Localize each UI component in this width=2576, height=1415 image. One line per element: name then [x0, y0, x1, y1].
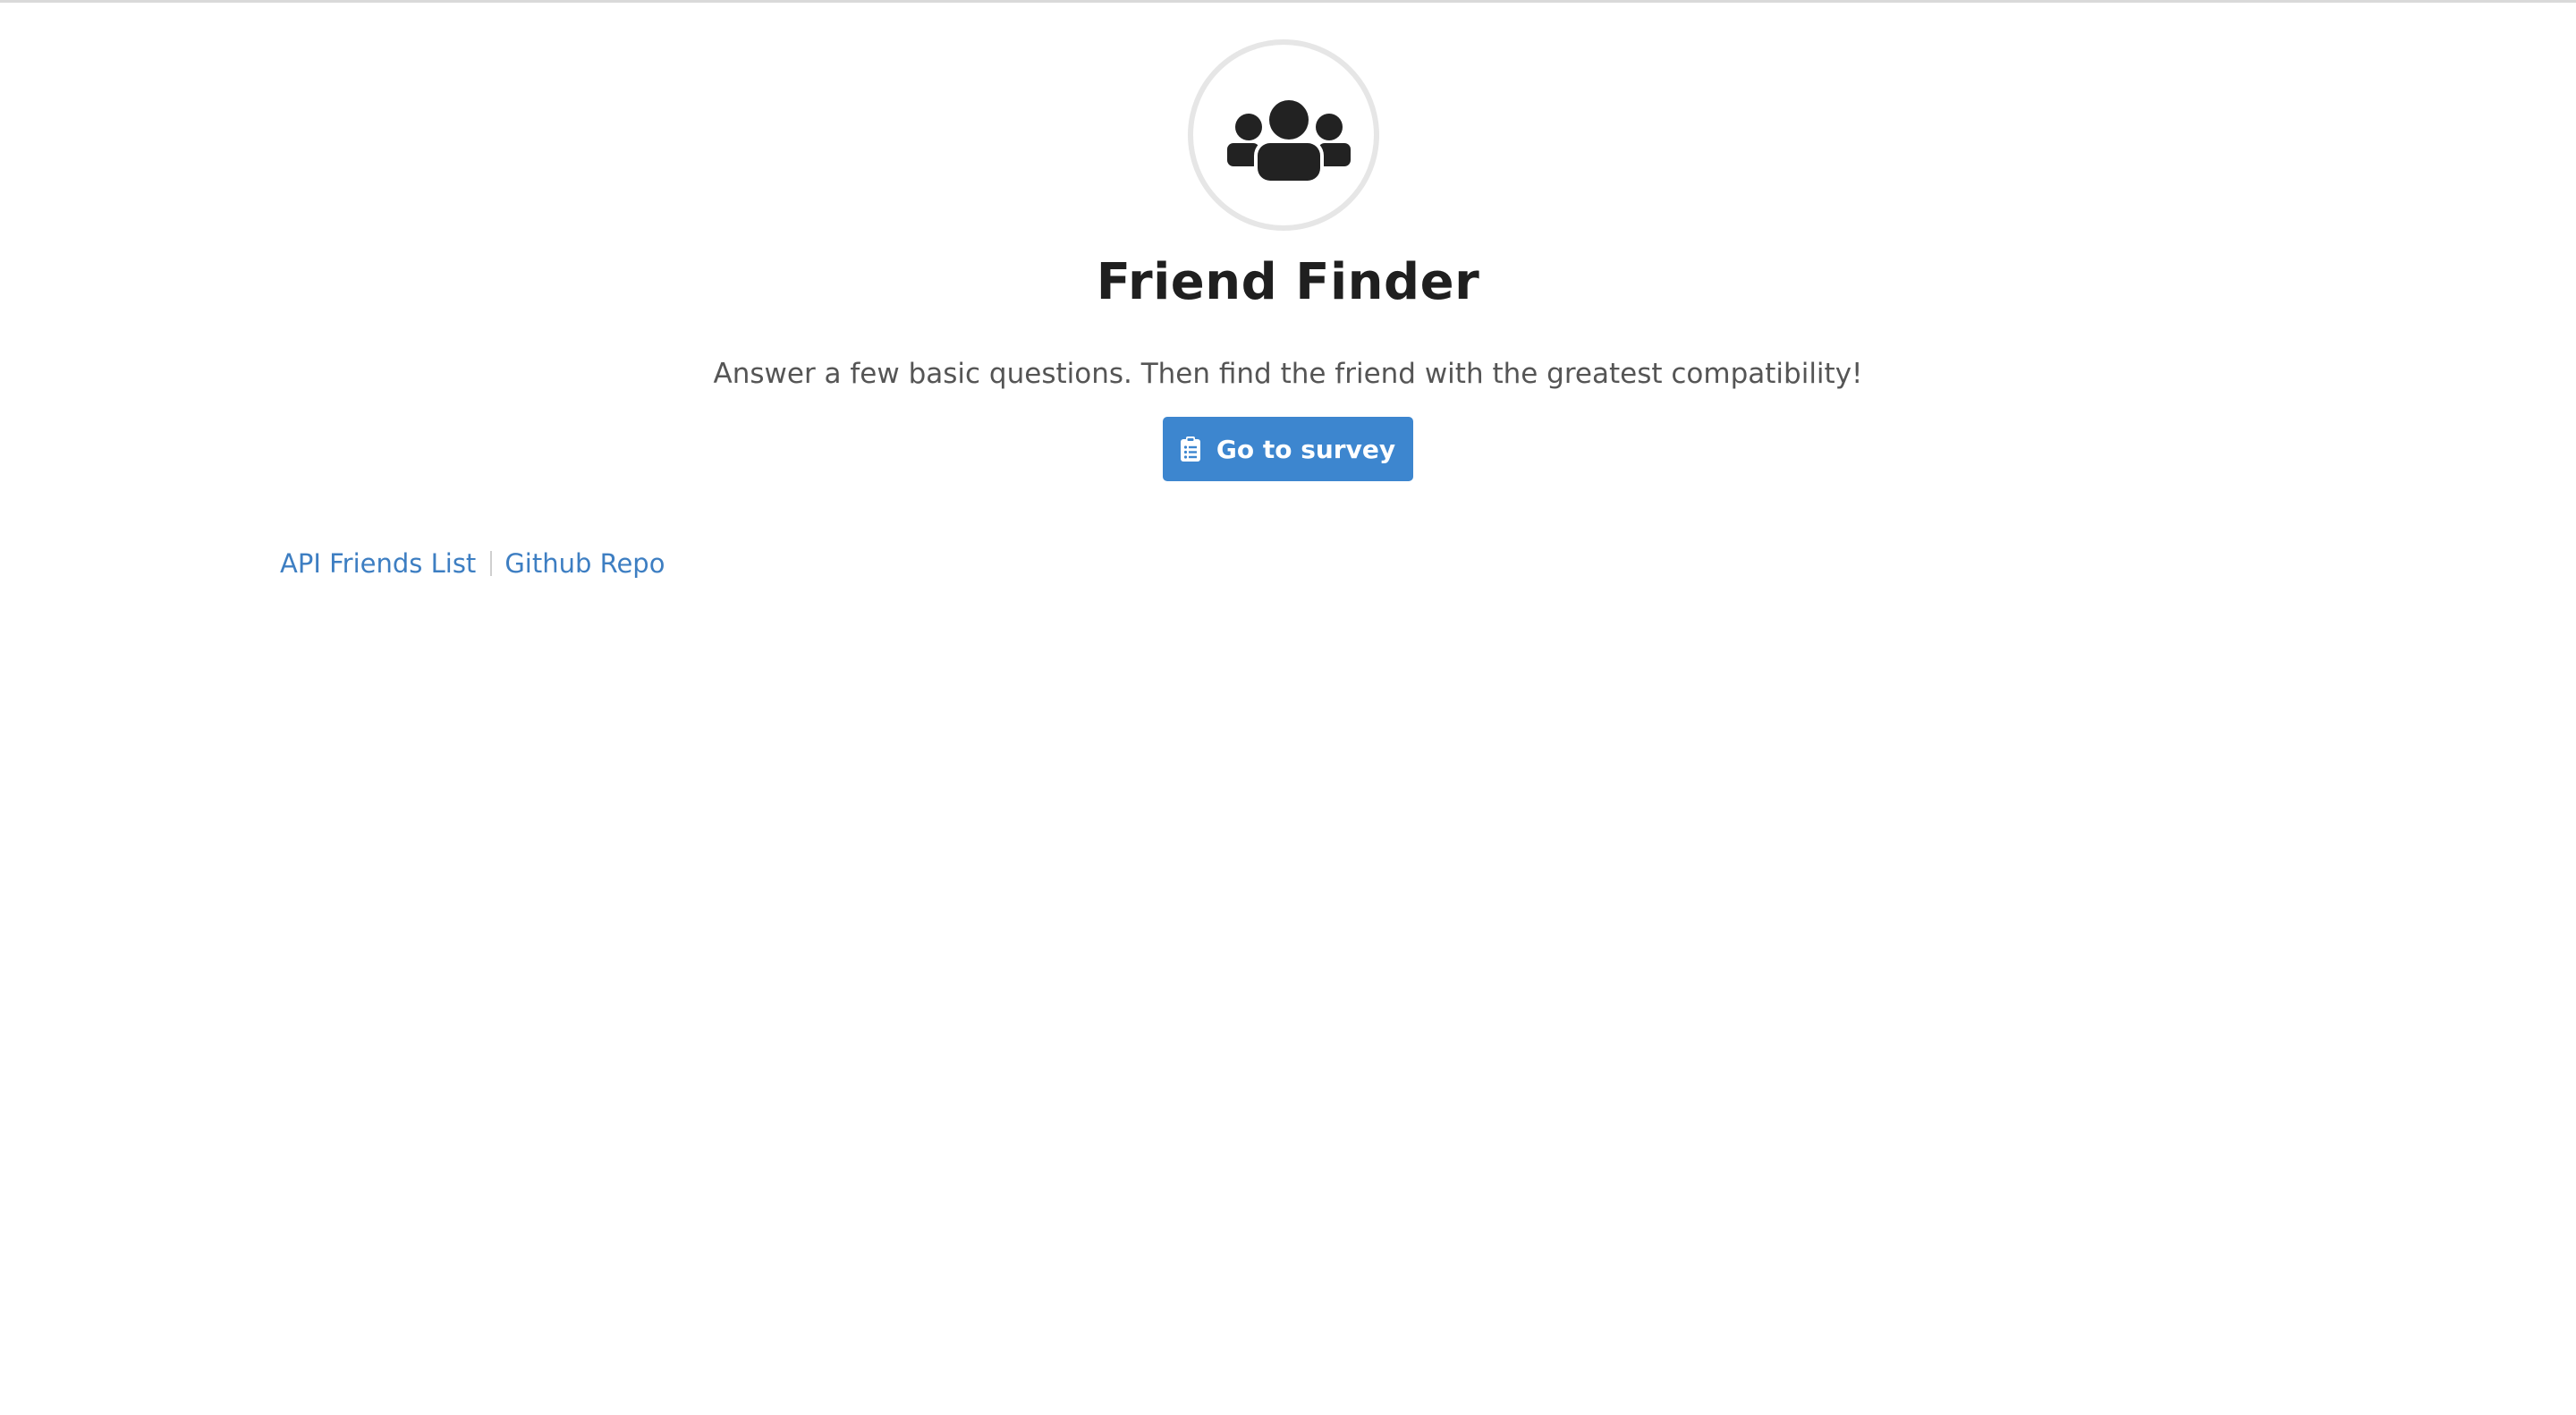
users-icon [1227, 100, 1351, 181]
page-title: Friend Finder [1096, 253, 1480, 311]
footer-links: API Friends List Github Repo [280, 544, 665, 583]
top-border [0, 0, 2576, 3]
link-separator [490, 551, 493, 576]
logo [1188, 39, 1379, 231]
api-friends-list-link[interactable]: API Friends List [280, 548, 476, 579]
clipboard-list-icon [1180, 436, 1200, 462]
go-to-survey-button[interactable]: Go to survey [1163, 417, 1413, 481]
page-subtitle: Answer a few basic questions. Then find … [713, 358, 1863, 390]
github-repo-link[interactable]: Github Repo [504, 548, 665, 579]
go-to-survey-label: Go to survey [1216, 434, 1396, 464]
